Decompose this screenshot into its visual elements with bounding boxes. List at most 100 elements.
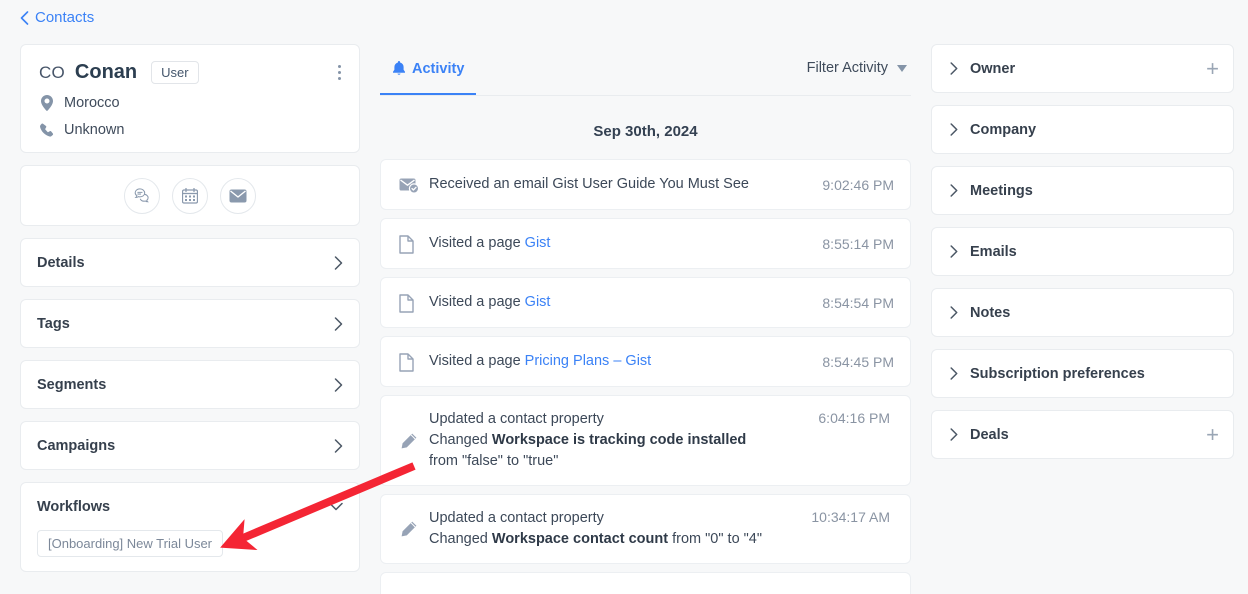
panel-label: Meetings: [970, 182, 1033, 199]
sidebar-item-segments-head[interactable]: Segments: [21, 361, 359, 408]
workflow-chip[interactable]: [Onboarding] New Trial User: [37, 530, 224, 557]
location-pin-icon: [39, 95, 55, 111]
activity-row-property-update[interactable]: Updated a contact property 6:04:16 PM Ch…: [380, 395, 911, 486]
workflows-body: [Onboarding] New Trial User: [21, 530, 359, 571]
panel-notes-head[interactable]: Notes: [932, 289, 1233, 336]
panel-owner[interactable]: Owner +: [931, 44, 1234, 93]
panel-meetings[interactable]: Meetings: [931, 166, 1234, 215]
breadcrumb-label: Contacts: [35, 9, 95, 26]
panel-notes[interactable]: Notes: [931, 288, 1234, 337]
sidebar-item-label: Details: [37, 254, 85, 271]
sidebar-item-details-head[interactable]: Details: [21, 239, 359, 286]
sidebar-item-label: Tags: [37, 315, 70, 332]
panel-owner-head[interactable]: Owner +: [932, 45, 1233, 92]
activity-time: 8:55:14 PM: [822, 236, 894, 252]
panel-emails-head[interactable]: Emails: [932, 228, 1233, 275]
panel-deals-head[interactable]: Deals +: [932, 411, 1233, 458]
plus-icon[interactable]: +: [1206, 57, 1219, 79]
activity-body: Updated a contact property 6:04:16 PM Ch…: [429, 409, 894, 472]
activity-detail: Changed Workspace is tracking code insta…: [429, 430, 779, 472]
chevron-right-icon: [950, 62, 958, 75]
sidebar-item-label: Workflows: [37, 498, 111, 515]
more-vertical-icon[interactable]: [334, 61, 345, 84]
activity-detail-suffix: from "false" to "true": [429, 453, 559, 469]
sidebar-item-campaigns-head[interactable]: Campaigns: [21, 422, 359, 469]
activity-text: Updated a contact property: [429, 411, 604, 427]
contact-header: CO Conan User: [39, 61, 341, 84]
activity-text-prefix: Visited a page: [429, 235, 525, 251]
activity-time: 6:04:16 PM: [818, 410, 890, 426]
sidebar-item-workflows[interactable]: Workflows [Onboarding] New Trial User: [20, 482, 360, 572]
activity-row-email[interactable]: Received an email Gist User Guide You Mu…: [380, 159, 911, 210]
right-sidebar: Owner + Company Meetings Emails Notes Su…: [931, 44, 1234, 471]
activity-body: Updated a contact property 10:34:17 AM C…: [429, 508, 894, 550]
activity-page-link[interactable]: Gist: [525, 235, 551, 251]
contact-summary-card: CO Conan User Morocco Unknown: [20, 44, 360, 153]
contact-phone-row: Unknown: [39, 122, 341, 138]
activity-row-page-visit[interactable]: Visited a page Gist 8:55:14 PM: [380, 218, 911, 269]
activity-page-link[interactable]: Pricing Plans – Gist: [525, 353, 652, 369]
activity-text-prefix: Visited a page: [429, 353, 525, 369]
activity-row-property-update[interactable]: Updated a contact property 10:34:17 AM C…: [380, 494, 911, 564]
activity-row-page-visit[interactable]: Visited a page Gist 8:54:54 PM: [380, 277, 911, 328]
chat-button[interactable]: [124, 177, 160, 214]
sidebar-item-campaigns[interactable]: Campaigns: [20, 421, 360, 470]
activity-detail-property: Workspace is tracking code installed: [491, 432, 747, 448]
breadcrumb-contacts[interactable]: Contacts: [20, 9, 94, 26]
filter-activity-dropdown[interactable]: Filter Activity: [807, 44, 911, 76]
phone-icon: [39, 123, 55, 138]
panel-label: Notes: [970, 304, 1011, 321]
activity-body: Received an email Gist User Guide You Mu…: [429, 174, 810, 195]
contact-location: Morocco: [64, 95, 120, 111]
sidebar-item-workflows-head[interactable]: Workflows: [21, 483, 359, 530]
calendar-button[interactable]: [172, 177, 208, 214]
panel-company[interactable]: Company: [931, 105, 1234, 154]
calendar-icon: [182, 187, 198, 204]
activity-body: Visited a page Gist: [429, 233, 810, 254]
envelope-icon: [229, 189, 247, 203]
email-check-icon: [399, 176, 429, 194]
sidebar-item-label: Segments: [37, 376, 107, 393]
chevron-left-icon: [20, 10, 29, 25]
page-icon: [399, 234, 429, 254]
sidebar-item-tags[interactable]: Tags: [20, 299, 360, 348]
activity-body: Visited a page Pricing Plans – Gist: [429, 351, 810, 372]
sidebar-item-segments[interactable]: Segments: [20, 360, 360, 409]
activity-text: Visited a page Gist: [429, 292, 810, 313]
tab-activity-label: Activity: [412, 60, 465, 77]
activity-row-page-visit[interactable]: Visited a page Pricing Plans – Gist 8:54…: [380, 336, 911, 387]
sidebar-item-tags-head[interactable]: Tags: [21, 300, 359, 347]
sidebar-item-details[interactable]: Details: [20, 238, 360, 287]
activity-detail-prefix: Changed: [429, 531, 492, 547]
avatar-initials: CO: [39, 62, 65, 82]
activity-time: 9:02:46 PM: [822, 177, 894, 193]
activity-text: Visited a page Pricing Plans – Gist: [429, 351, 810, 372]
chevron-right-icon: [950, 306, 958, 319]
email-button[interactable]: [220, 177, 256, 214]
chevron-right-icon: [334, 438, 343, 453]
activity-row-partial[interactable]: [380, 572, 911, 594]
caret-down-icon: [897, 64, 907, 72]
activity-panel: Activity Filter Activity Sep 30th, 2024 …: [380, 44, 911, 594]
chevron-right-icon: [950, 123, 958, 136]
chevron-down-icon: [329, 502, 343, 511]
activity-text: Received an email Gist User Guide You Mu…: [429, 176, 749, 192]
panel-deals[interactable]: Deals +: [931, 410, 1234, 459]
chevron-right-icon: [950, 245, 958, 258]
panel-label: Owner: [970, 60, 1016, 77]
panel-company-head[interactable]: Company: [932, 106, 1233, 153]
chevron-right-icon: [950, 184, 958, 197]
panel-subscription-preferences-head[interactable]: Subscription preferences: [932, 350, 1233, 397]
chat-icon: [133, 187, 151, 204]
date-separator: Sep 30th, 2024: [593, 123, 698, 140]
activity-page-link[interactable]: Gist: [525, 294, 551, 310]
activity-body: Visited a page Gist: [429, 292, 810, 313]
bell-icon: [392, 61, 406, 76]
panel-emails[interactable]: Emails: [931, 227, 1234, 276]
tab-activity[interactable]: Activity: [380, 44, 477, 95]
panel-meetings-head[interactable]: Meetings: [932, 167, 1233, 214]
plus-icon[interactable]: +: [1206, 423, 1219, 445]
chevron-right-icon: [334, 377, 343, 392]
contact-phone: Unknown: [64, 122, 125, 138]
panel-subscription-preferences[interactable]: Subscription preferences: [931, 349, 1234, 398]
